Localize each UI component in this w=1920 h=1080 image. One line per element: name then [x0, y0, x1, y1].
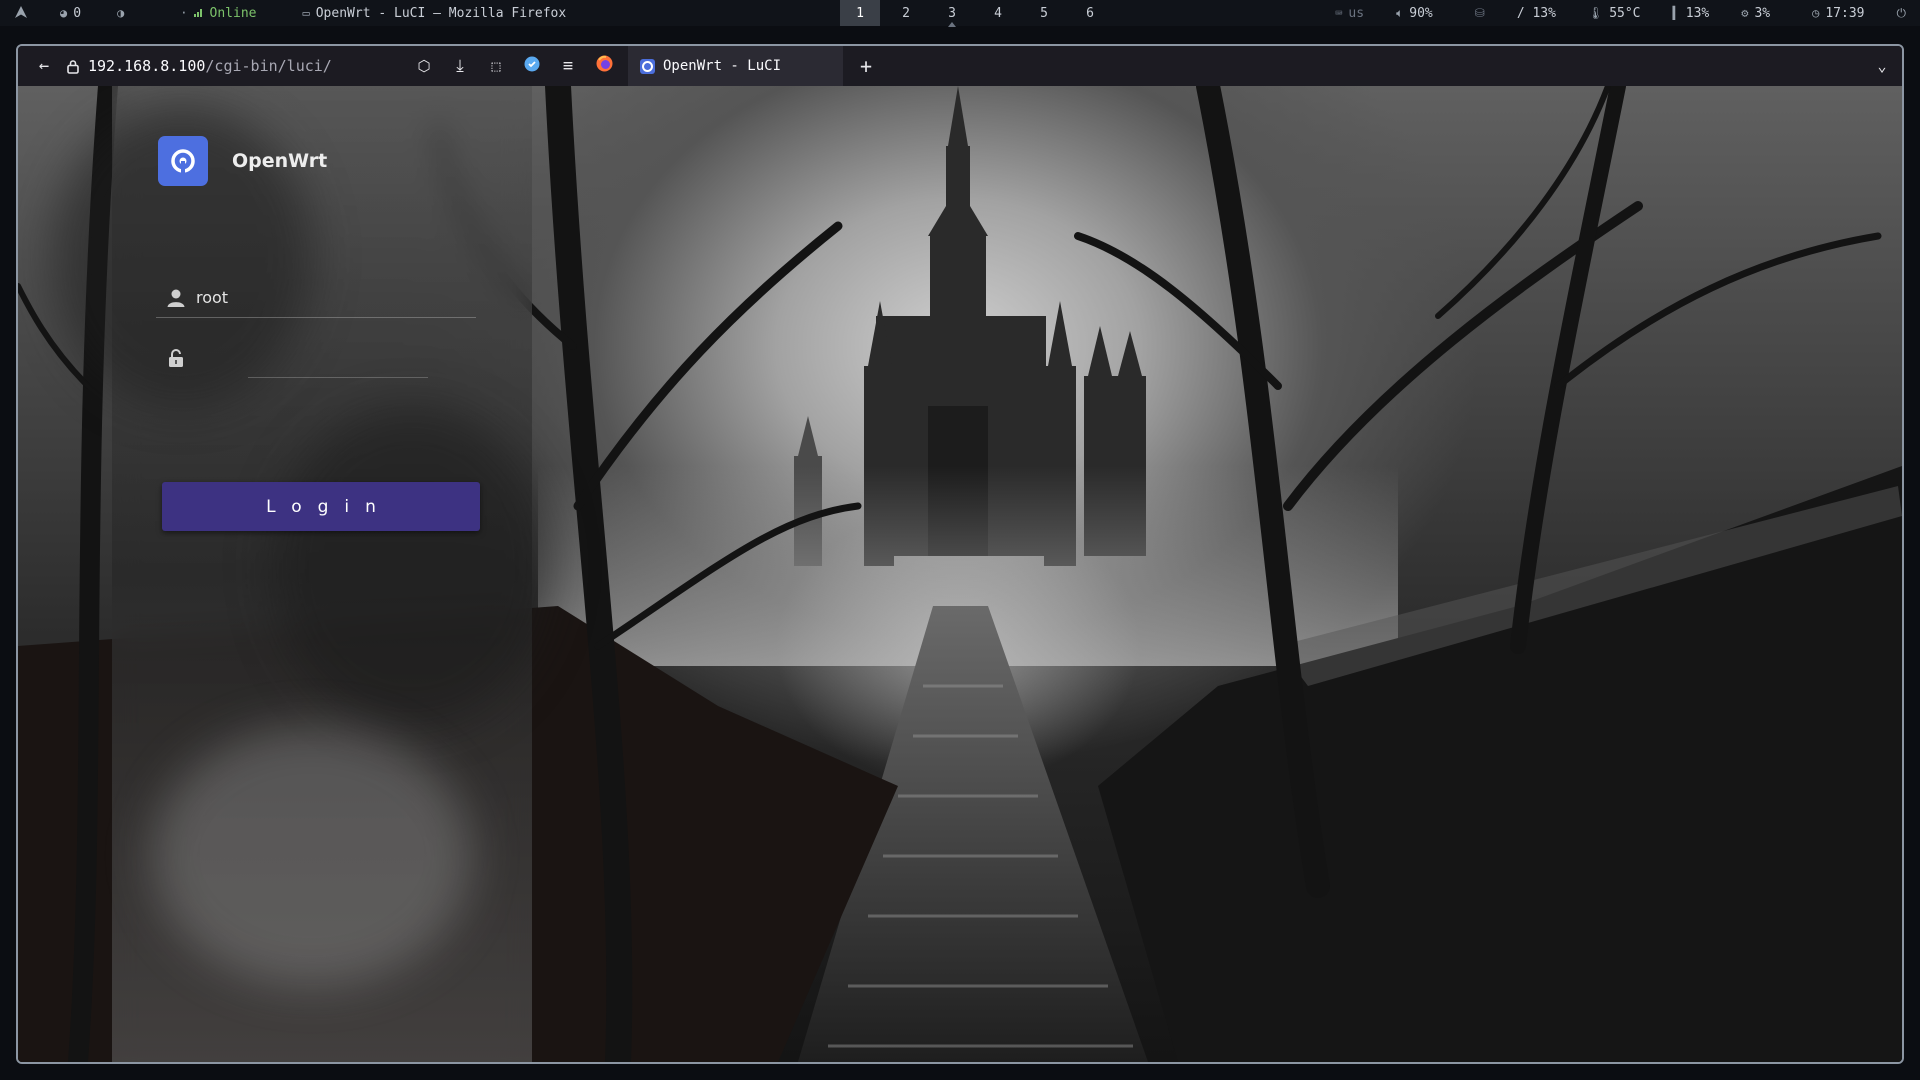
arch-logo-icon[interactable]	[14, 5, 28, 21]
dot-icon: ·	[180, 6, 188, 20]
tab-openwrt[interactable]: OpenWrt - LuCI	[628, 46, 843, 86]
pocket-button[interactable]: ⬡	[406, 46, 442, 86]
window-title: OpenWrt - LuCI — Mozilla Firefox	[315, 5, 567, 21]
speaker-icon: 🔈︎	[1396, 6, 1404, 20]
pocket-icon: ⬡	[417, 57, 431, 75]
cpu-gear-icon: ⚙	[1741, 6, 1749, 20]
browser-toolbar: ← 192.168.8.100/cgi-bin/luci/ ⬡ ⤓ ⬚ ≡ Op…	[18, 46, 1902, 86]
menu-button[interactable]: ≡	[550, 46, 586, 86]
user-icon	[156, 288, 196, 308]
workspace-2[interactable]: 2	[886, 0, 926, 26]
login-panel: OpenWrt Login	[52, 86, 552, 1062]
url-path: /cgi-bin/luci/	[205, 57, 332, 75]
tab-title: OpenWrt - LuCI	[663, 58, 782, 74]
password-input[interactable]	[196, 348, 456, 368]
chevron-down-icon: ⌄	[1877, 57, 1887, 75]
page-viewport: OpenWrt Login	[18, 86, 1902, 1062]
plus-icon: +	[859, 54, 873, 78]
lock-icon	[66, 59, 80, 74]
password-field	[156, 338, 476, 378]
temperature: 🌡︎ 55°C	[1587, 5, 1641, 21]
thermometer-icon: 🌡︎	[1587, 6, 1604, 20]
drive-icon: ⛁	[1474, 6, 1485, 20]
firefox-view-button[interactable]	[586, 46, 622, 86]
hamburger-menu-icon: ≡	[562, 56, 574, 76]
window-icon: ▭	[302, 6, 310, 20]
clock: ◷ 17:39	[1812, 5, 1865, 21]
extension-button[interactable]	[514, 46, 550, 86]
memory-icon: ▍	[1672, 6, 1680, 20]
notification-icon[interactable]: ◕	[60, 7, 67, 19]
list-all-tabs-button[interactable]: ⌄	[1862, 46, 1902, 86]
wifi-signal-icon	[193, 7, 204, 19]
status-right: ⌨ us 🔈︎ 90% ⛁ / 13% 🌡︎ 55°C ▍ 13% ⚙ 3% ◷ 17:39…	[1309, 0, 1906, 26]
status-bar: ◕ 0 ◑ · Online ▭ OpenWrt - LuCI — Mozill…	[0, 0, 1920, 27]
workspace-indicator-icon	[948, 22, 956, 27]
keyboard-layout[interactable]: ⌨ us	[1335, 6, 1364, 21]
workspace-1[interactable]: 1	[840, 0, 880, 26]
workspace-4[interactable]: 4	[978, 0, 1018, 26]
power-profile-icon[interactable]: ◑	[117, 7, 124, 19]
extension-shield-icon	[524, 56, 540, 77]
openwrt-favicon-icon	[640, 58, 655, 74]
power-icon: ⏻	[1896, 6, 1907, 20]
back-button[interactable]: ←	[26, 46, 62, 86]
firefox-icon	[596, 55, 613, 77]
clock-icon: ◷	[1812, 6, 1820, 20]
status-left: ◕ 0 ◑ · Online ▭ OpenWrt - LuCI — Mozill…	[14, 0, 566, 26]
panel-light-blob	[152, 726, 472, 986]
downloads-button[interactable]: ⤓	[442, 46, 478, 86]
panel-shadow-blob	[272, 406, 552, 726]
username-field	[156, 278, 476, 318]
download-icon: ⤓	[456, 56, 464, 76]
username-input[interactable]	[196, 288, 456, 307]
notifications-count: 0	[73, 5, 82, 21]
puzzle-icon: ⬚	[491, 57, 501, 75]
openwrt-logo-icon	[158, 136, 208, 186]
browser-window: ← 192.168.8.100/cgi-bin/luci/ ⬡ ⤓ ⬚ ≡ Op…	[16, 44, 1904, 1064]
url-bar[interactable]: 192.168.8.100/cgi-bin/luci/	[66, 57, 406, 75]
url-host: 192.168.8.100	[88, 57, 206, 75]
power-button[interactable]: ⏻	[1897, 7, 1907, 19]
storage-indicator: ⛁	[1475, 7, 1485, 19]
network-status: Online	[209, 5, 257, 21]
disk-usage: / 13%	[1516, 5, 1556, 21]
arrow-left-icon: ←	[38, 56, 50, 76]
extensions-button[interactable]: ⬚	[478, 46, 514, 86]
keyboard-icon: ⌨	[1335, 6, 1343, 20]
workspace-5[interactable]: 5	[1024, 0, 1064, 26]
new-tab-button[interactable]: +	[843, 46, 889, 86]
workspace-6[interactable]: 6	[1070, 0, 1110, 26]
brand: OpenWrt	[158, 136, 327, 186]
padlock-icon	[156, 348, 196, 368]
brand-name: OpenWrt	[232, 150, 328, 172]
volume[interactable]: 🔈︎ 90%	[1396, 6, 1433, 21]
cpu-usage: ⚙ 3%	[1741, 5, 1771, 21]
login-button[interactable]: Login	[162, 482, 480, 531]
memory-usage: ▍ 13%	[1672, 5, 1710, 21]
workspace-switcher: 123456	[840, 0, 1110, 26]
